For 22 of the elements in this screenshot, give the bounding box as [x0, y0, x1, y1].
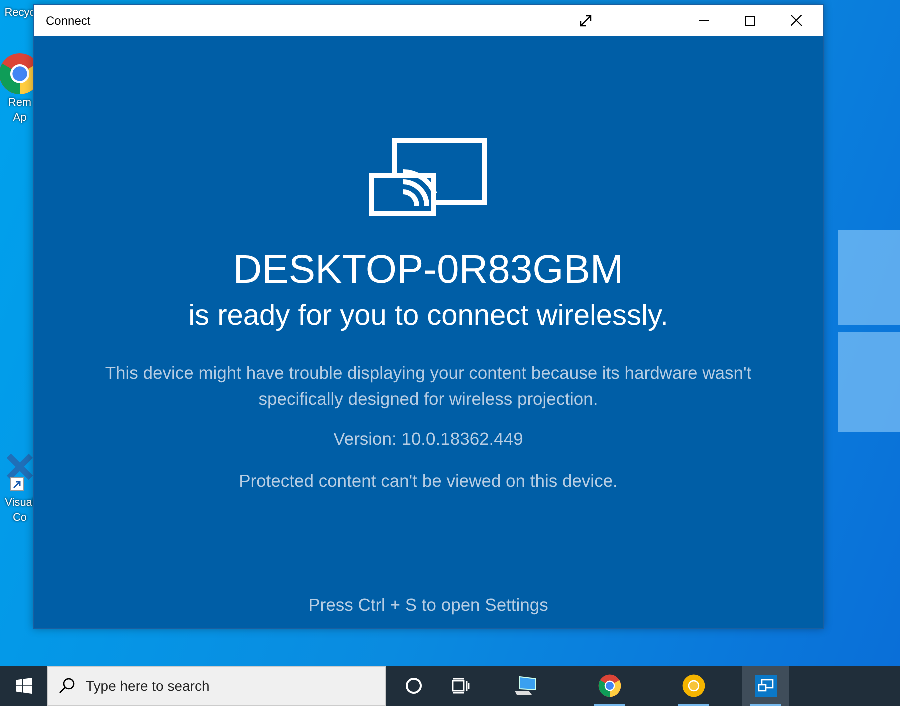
protected-content-note: Protected content can't be viewed on this device. [239, 470, 618, 493]
taskbar-app-button[interactable] [742, 666, 789, 706]
version-text: Version: 10.0.18362.449 [334, 428, 524, 451]
projection-icon [754, 675, 776, 697]
browser-icon [598, 674, 622, 698]
desktop-icon-label[interactable]: Visual Co [5, 496, 35, 526]
window-title: Connect [45, 12, 91, 30]
computer-icon [514, 675, 538, 697]
task-view-icon [452, 678, 470, 694]
search-field[interactable]: Type here to search [47, 666, 386, 706]
circle-icon [404, 677, 422, 695]
settings-hint: Press Ctrl + S to open Settings [308, 594, 548, 617]
close-icon [790, 15, 802, 26]
expand-icon [580, 14, 592, 26]
browser-icon [682, 674, 706, 698]
hardware-warning: This device might have trouble displaying your content because its hardware wasn't specifically designed for wireless projection. [104, 362, 753, 411]
ready-message: is ready for you to connect wirelessly. [188, 299, 668, 334]
windows-logo-icon [16, 678, 32, 694]
maximize-icon [745, 16, 755, 26]
desktop-icon-label[interactable]: Rem Ap [8, 96, 32, 126]
minimize-icon [699, 20, 709, 22]
device-name: DESKTOP-0R83GBM [233, 247, 624, 294]
